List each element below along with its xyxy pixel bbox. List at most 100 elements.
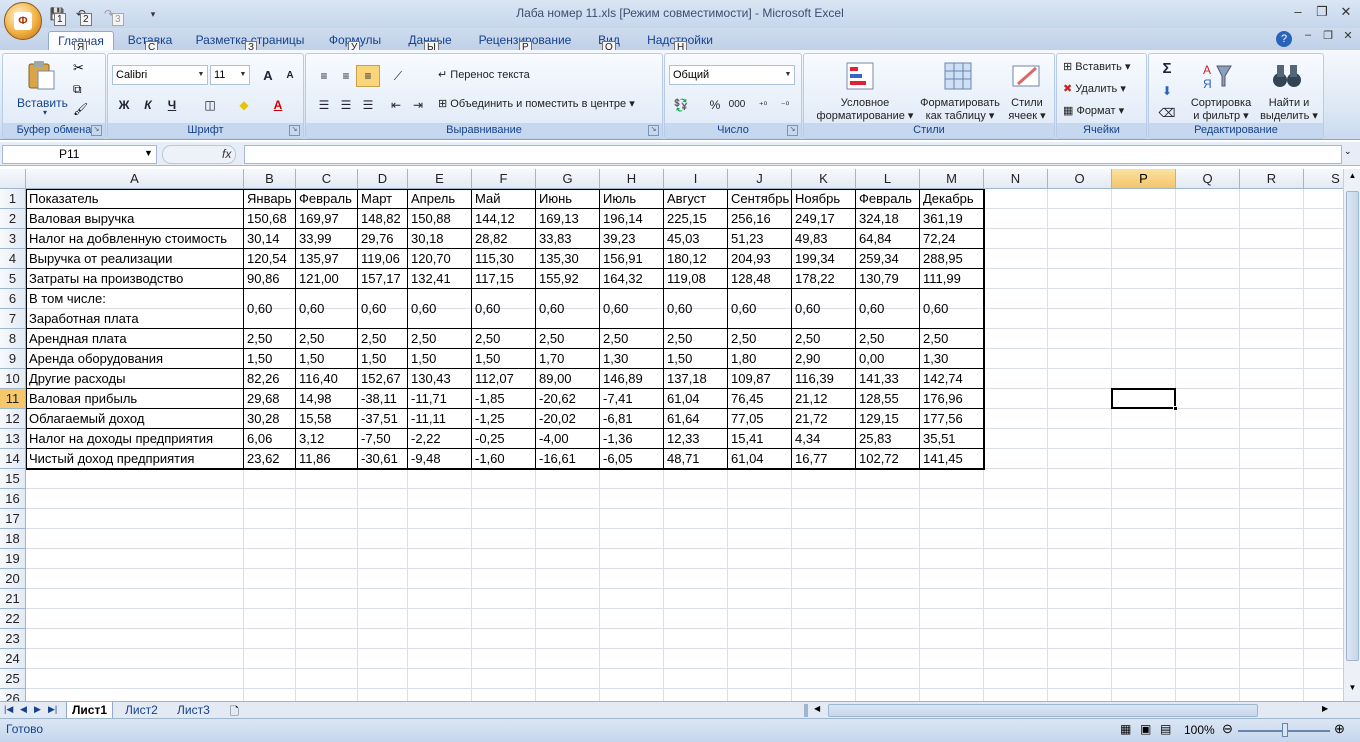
row-header-25[interactable]: 25 [0, 669, 26, 689]
maximize-button[interactable]: ❐ [1310, 4, 1334, 22]
cell-styles-button[interactable]: Стили ячеек ▾ [1004, 97, 1050, 123]
table-cell[interactable]: 120,54 [244, 249, 296, 269]
table-cell[interactable]: 0,60 [664, 289, 728, 329]
table-cell[interactable]: 23,62 [244, 449, 296, 469]
scroll-down-icon[interactable]: ▼ [1346, 683, 1359, 697]
alignment-launcher-icon[interactable]: ↘ [648, 125, 659, 136]
table-cell[interactable]: -11,71 [408, 389, 472, 409]
decrease-decimal-icon[interactable]: ⁻⁰ [773, 94, 797, 116]
table-label-cell[interactable]: Облагаемый доход [26, 409, 244, 429]
format-painter-icon[interactable]: 🖌 [73, 102, 88, 116]
table-cell[interactable]: -0,25 [472, 429, 536, 449]
table-cell[interactable]: 142,74 [920, 369, 984, 389]
name-box-dropdown-icon[interactable]: ▼ [144, 148, 153, 158]
sheet-prev-icon[interactable]: ◀ [20, 704, 27, 715]
conditional-formatting-icon[interactable] [844, 60, 876, 92]
table-cell[interactable]: -1,25 [472, 409, 536, 429]
table-cell[interactable]: -30,61 [358, 449, 408, 469]
table-cell[interactable]: 51,23 [728, 229, 792, 249]
table-cell[interactable]: 132,41 [408, 269, 472, 289]
column-header-l[interactable]: L [856, 169, 920, 189]
table-cell[interactable]: 2,50 [664, 329, 728, 349]
sheet-last-icon[interactable]: ▶| [48, 704, 57, 715]
italic-button[interactable]: К [136, 94, 160, 116]
table-cell[interactable]: 1,50 [664, 349, 728, 369]
table-cell[interactable]: 148,82 [358, 209, 408, 229]
table-label-cell[interactable]: Затраты на производство [26, 269, 244, 289]
sort-filter-icon[interactable]: AЯ [1201, 60, 1233, 92]
minimize-button[interactable]: – [1286, 4, 1310, 22]
table-cell[interactable]: 2,90 [792, 349, 856, 369]
table-cell[interactable]: -7,41 [600, 389, 664, 409]
table-cell[interactable]: 2,50 [296, 329, 358, 349]
fill-color-icon[interactable]: ◆ [232, 94, 256, 116]
table-cell[interactable]: -1,36 [600, 429, 664, 449]
vertical-scroll-thumb[interactable] [1346, 191, 1359, 661]
table-cell[interactable]: 152,67 [358, 369, 408, 389]
table-cell[interactable]: 82,26 [244, 369, 296, 389]
row-header-11[interactable]: 11 [0, 389, 26, 409]
font-launcher-icon[interactable]: ↘ [289, 125, 300, 136]
column-header-n[interactable]: N [984, 169, 1048, 189]
table-header-cell[interactable]: Февраль [856, 189, 920, 209]
table-cell[interactable]: 4,34 [792, 429, 856, 449]
table-cell[interactable]: -11,11 [408, 409, 472, 429]
table-cell[interactable]: 288,95 [920, 249, 984, 269]
table-cell[interactable]: -20,02 [536, 409, 600, 429]
table-cell[interactable]: -38,11 [358, 389, 408, 409]
table-cell[interactable]: 180,12 [664, 249, 728, 269]
table-cell[interactable]: 259,34 [856, 249, 920, 269]
table-cell[interactable]: 137,18 [664, 369, 728, 389]
expand-formula-bar-icon[interactable]: ⌄ [1344, 146, 1352, 157]
decrease-indent-icon[interactable]: ⇤ [384, 94, 408, 116]
table-cell[interactable]: 156,91 [600, 249, 664, 269]
table-cell[interactable]: 141,33 [856, 369, 920, 389]
table-cell[interactable]: 128,55 [856, 389, 920, 409]
table-cell[interactable]: 29,68 [244, 389, 296, 409]
row-header-26[interactable]: 26 [0, 689, 26, 701]
table-header-cell[interactable]: Март [358, 189, 408, 209]
vertical-scrollbar[interactable]: ▲ ▼ [1343, 169, 1360, 701]
row-header-8[interactable]: 8 [0, 329, 26, 349]
table-cell[interactable]: 109,87 [728, 369, 792, 389]
row-header-18[interactable]: 18 [0, 529, 26, 549]
table-label-cell[interactable]: Налог на доходы предприятия [26, 429, 244, 449]
column-header-d[interactable]: D [358, 169, 408, 189]
align-center-icon[interactable]: ☰ [334, 94, 358, 116]
table-cell[interactable]: 0,60 [600, 289, 664, 329]
table-cell[interactable]: 0,60 [920, 289, 984, 329]
align-middle-icon[interactable]: ≡ [334, 65, 358, 87]
formula-input[interactable] [244, 145, 1342, 164]
column-header-e[interactable]: E [408, 169, 472, 189]
row-header-6[interactable]: 6 [0, 289, 26, 309]
number-format-select[interactable]: Общий ▼ [669, 65, 795, 85]
table-cell[interactable]: 196,14 [600, 209, 664, 229]
autosum-button[interactable]: Σ [1155, 58, 1179, 80]
table-cell[interactable]: 64,84 [856, 229, 920, 249]
table-cell[interactable]: 2,50 [856, 329, 920, 349]
table-cell[interactable]: 25,83 [856, 429, 920, 449]
table-cell[interactable]: 15,41 [728, 429, 792, 449]
table-cell[interactable]: 33,83 [536, 229, 600, 249]
zoom-out-icon[interactable]: ⊖ [1222, 721, 1233, 737]
table-cell[interactable]: 1,50 [296, 349, 358, 369]
table-cell[interactable]: 324,18 [856, 209, 920, 229]
row-header-7[interactable]: 7 [0, 309, 26, 329]
table-header-cell[interactable]: Май [472, 189, 536, 209]
table-cell[interactable]: 164,32 [600, 269, 664, 289]
table-cell[interactable]: 2,50 [792, 329, 856, 349]
table-cell[interactable]: 102,72 [856, 449, 920, 469]
table-cell[interactable]: 119,08 [664, 269, 728, 289]
table-cell[interactable]: 0,60 [408, 289, 472, 329]
sheet-tab-2[interactable]: Лист2 [120, 702, 163, 719]
table-header-cell[interactable]: Июль [600, 189, 664, 209]
table-cell[interactable]: 155,92 [536, 269, 600, 289]
copy-icon[interactable]: ⧉ [73, 82, 82, 97]
table-cell[interactable]: 0,60 [856, 289, 920, 329]
row-header-20[interactable]: 20 [0, 569, 26, 589]
clear-icon[interactable]: ⌫ [1155, 102, 1179, 124]
row-header-12[interactable]: 12 [0, 409, 26, 429]
table-cell[interactable]: 150,68 [244, 209, 296, 229]
horizontal-scroll-thumb[interactable] [828, 704, 1258, 717]
number-launcher-icon[interactable]: ↘ [787, 125, 798, 136]
